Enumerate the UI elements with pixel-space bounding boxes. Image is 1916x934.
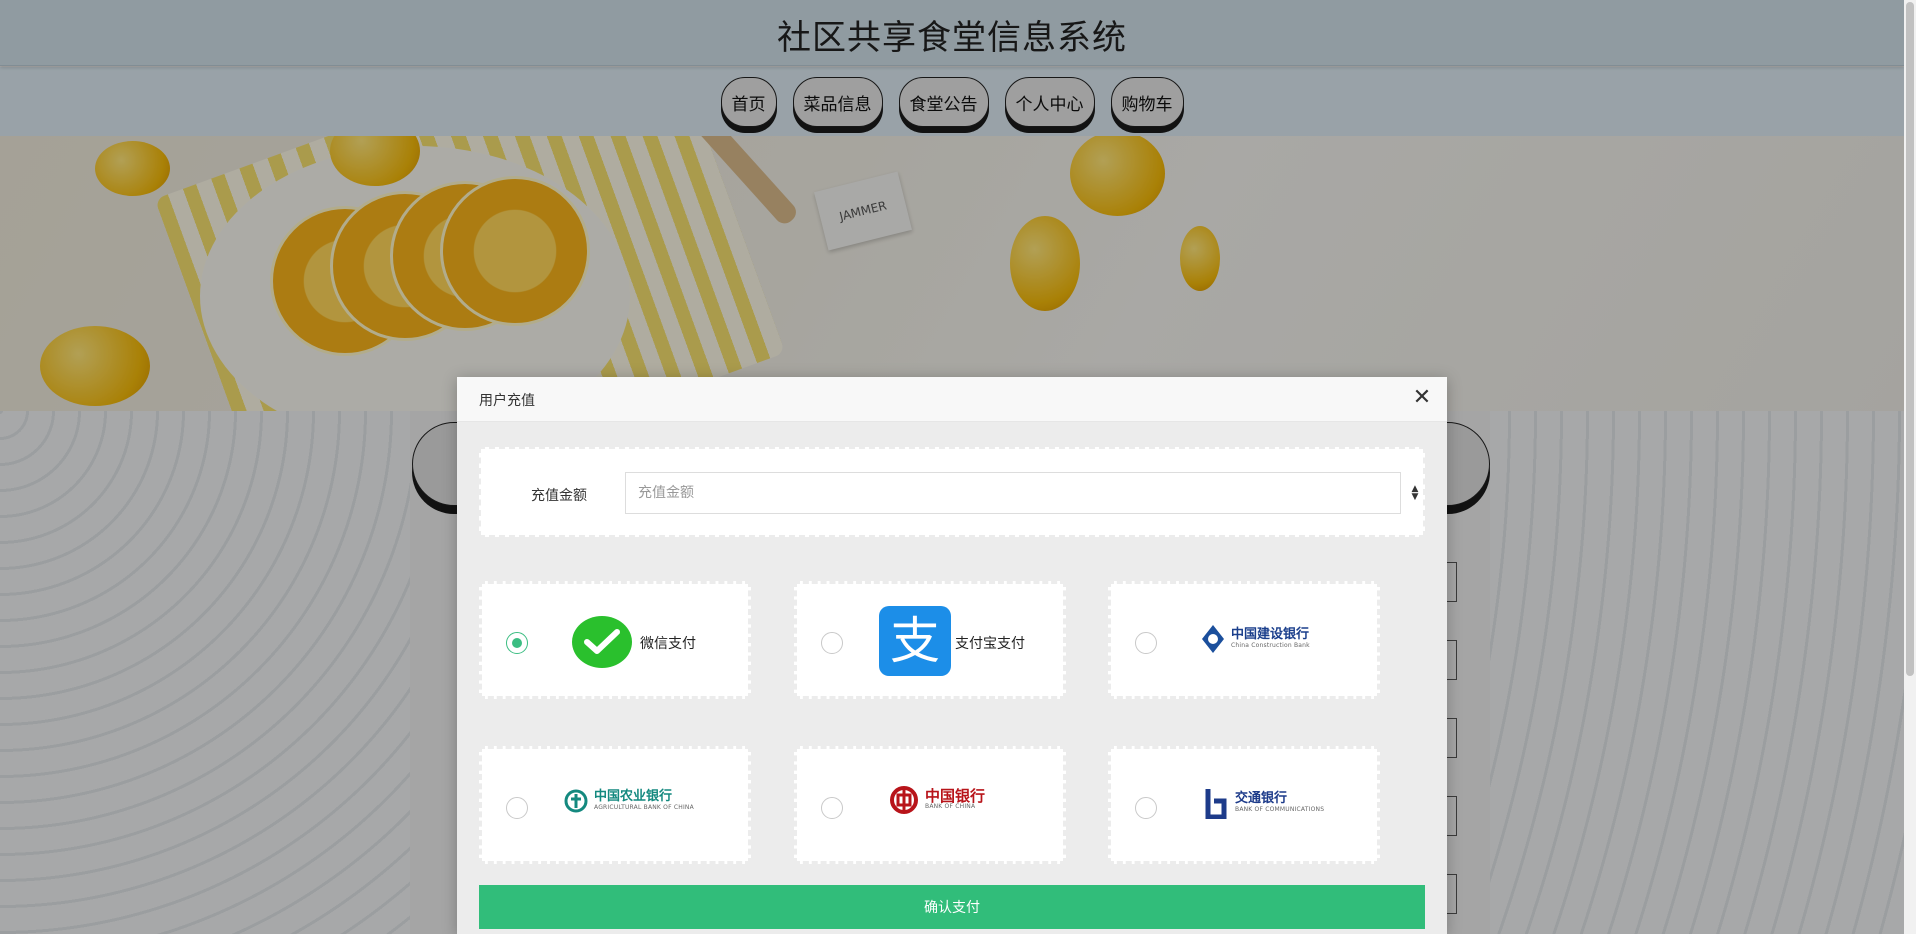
bocom-logo: 交通银行 BANK OF COMMUNICATIONS [1203,787,1324,819]
wechat-pay-label: 微信支付 [640,636,696,652]
radio-bocom[interactable] [1135,797,1157,819]
alipay-icon: 支 [879,606,951,676]
close-icon[interactable]: ✕ [1409,385,1435,411]
amount-input[interactable] [625,472,1401,514]
wechat-pay-icon [572,616,632,668]
number-spinner-icon[interactable]: ▲ ▼ [1409,485,1421,503]
ccb-logo: 中国建设银行 China Construction Bank [1201,624,1310,654]
radio-ccb[interactable] [1135,632,1157,654]
abc-emblem-icon [564,789,588,813]
boc-emblem-icon [890,786,918,814]
ccb-name: 中国建设银行 [1231,627,1310,642]
ccb-sub: China Construction Bank [1231,642,1310,649]
pay-option-bocom[interactable]: 交通银行 BANK OF COMMUNICATIONS [1108,746,1380,864]
scrollbar-thumb[interactable] [1906,2,1914,676]
confirm-payment-button[interactable]: 确认支付 [479,885,1425,929]
bocom-name: 交通银行 [1235,791,1288,806]
amount-form: 充值金额 ▲▼ [479,447,1425,537]
pay-option-wechat[interactable]: 微信支付 [479,581,751,699]
recharge-dialog: 用户充值 ✕ 充值金额 ▲▼ 微信支付 支 支付宝支付 中国建设银行 China… [457,377,1447,934]
abc-name: 中国农业银行 [594,789,673,804]
radio-wechat[interactable] [506,632,528,654]
amount-label: 充值金额 [531,488,587,504]
bocom-emblem-icon [1205,789,1227,819]
pay-option-alipay[interactable]: 支 支付宝支付 [794,581,1066,699]
radio-alipay[interactable] [821,632,843,654]
alipay-label: 支付宝支付 [955,636,1025,652]
boc-logo: 中国银行 BANK OF CHINA [889,785,985,815]
dialog-title: 用户充值 [479,393,535,409]
boc-name: 中国银行 [925,787,986,805]
pay-option-boc[interactable]: 中国银行 BANK OF CHINA [794,746,1066,864]
pay-option-abc[interactable]: 中国农业银行 AGRICULTURAL BANK OF CHINA [479,746,751,864]
ccb-emblem-icon [1202,625,1224,653]
radio-abc[interactable] [506,797,528,819]
page-scrollbar[interactable] [1904,0,1916,934]
abc-sub: AGRICULTURAL BANK OF CHINA [594,804,694,811]
bocom-sub: BANK OF COMMUNICATIONS [1235,806,1325,813]
radio-boc[interactable] [821,797,843,819]
pay-option-ccb[interactable]: 中国建设银行 China Construction Bank [1108,581,1380,699]
abc-logo: 中国农业银行 AGRICULTURAL BANK OF CHINA [564,789,694,813]
dialog-header: 用户充值 ✕ [457,377,1447,422]
